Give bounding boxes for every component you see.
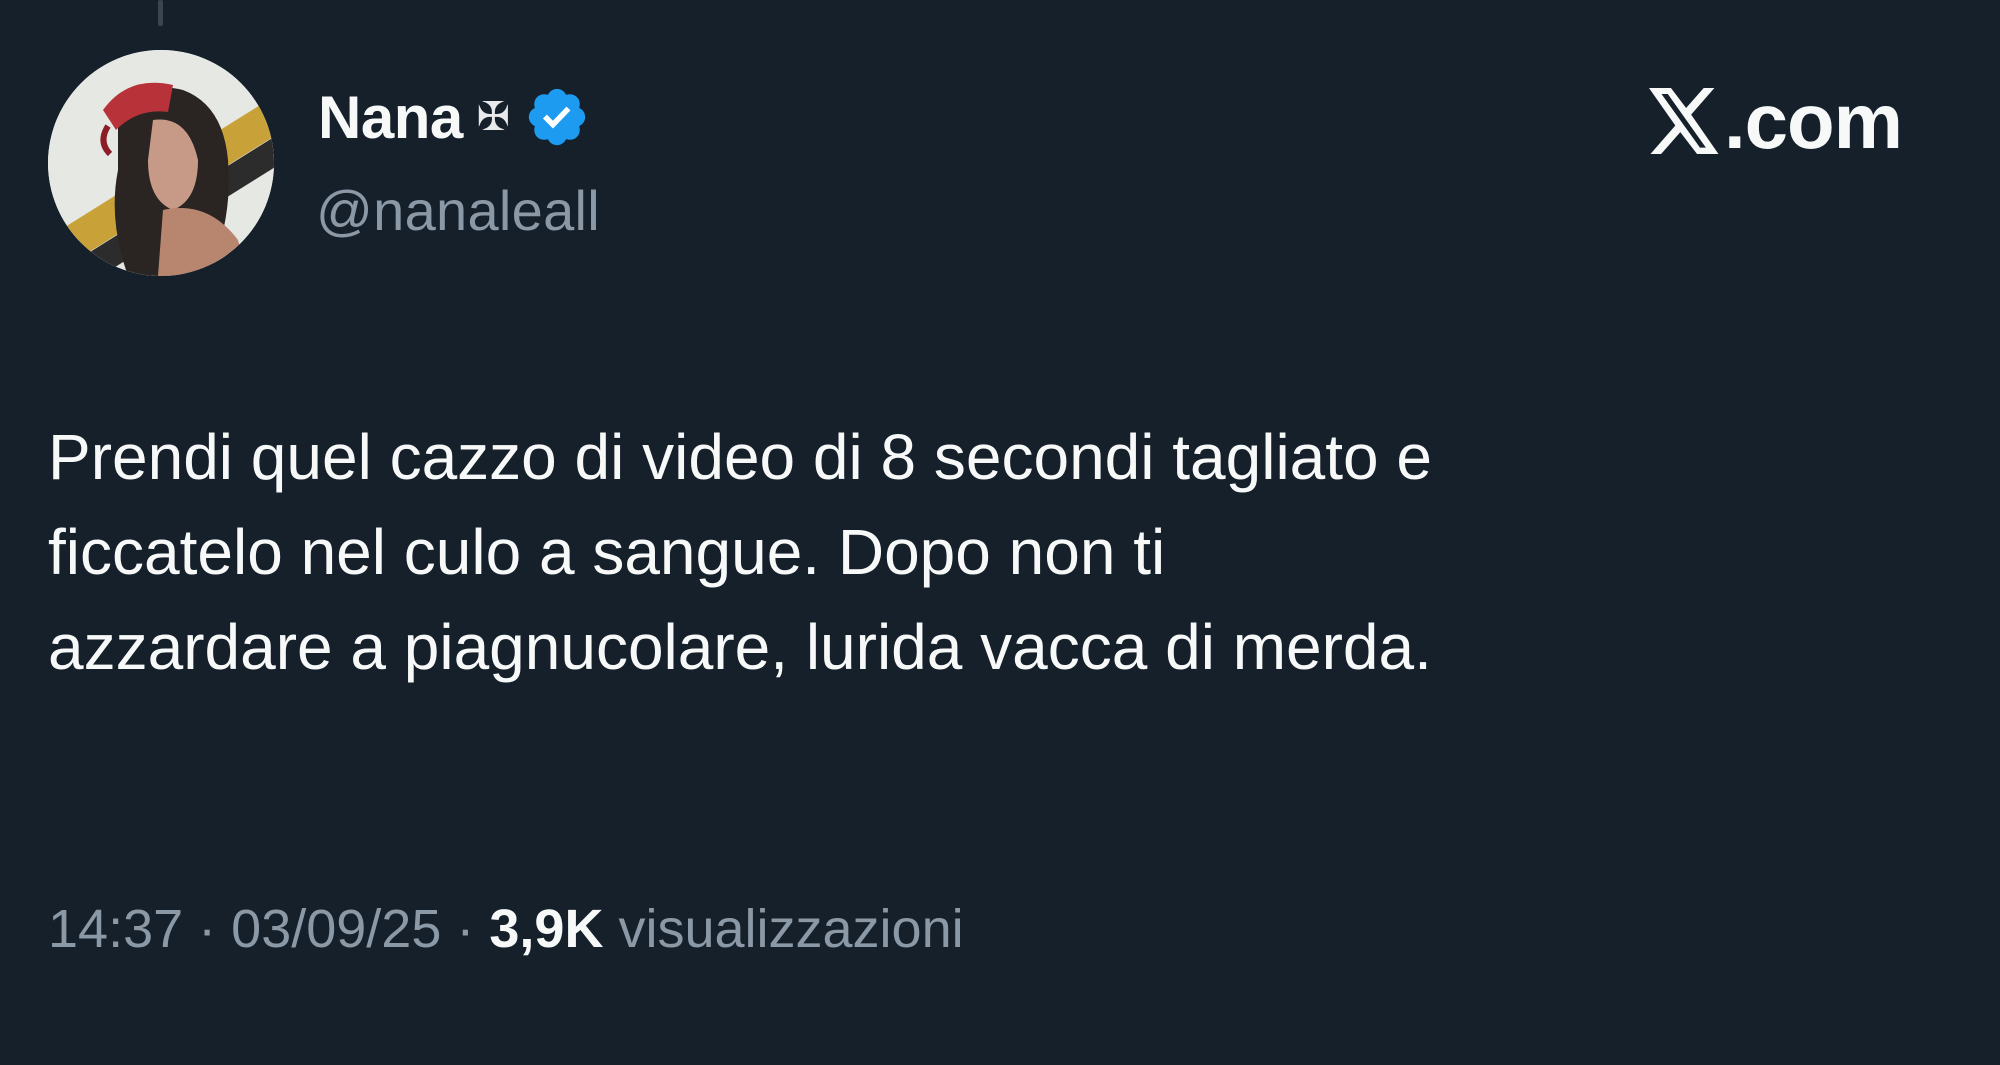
- author-handle[interactable]: @nanaleall: [316, 178, 600, 243]
- thread-connector-line: [158, 0, 163, 26]
- avatar-photo: [48, 50, 274, 276]
- brand-watermark: .com: [1648, 76, 1903, 166]
- verified-badge-icon: [529, 88, 586, 146]
- avatar[interactable]: [48, 50, 274, 276]
- x-logo-icon: [1648, 88, 1719, 154]
- views-label: visualizzazioni: [618, 899, 964, 959]
- tweet-date[interactable]: 03/09/25: [231, 899, 441, 959]
- tweet-metadata: 14:37 · 03/09/25 · 3,9K visualizzazioni: [48, 898, 964, 960]
- tweet-time[interactable]: 14:37: [48, 899, 183, 959]
- tweet-text: Prendi quel cazzo di video di 8 secondi …: [48, 421, 1432, 683]
- brand-domain-text: .com: [1723, 76, 1903, 165]
- views-count[interactable]: 3,9K: [489, 899, 603, 959]
- display-name[interactable]: Nana: [318, 83, 463, 152]
- author-name-row[interactable]: Nana ✠: [318, 82, 590, 152]
- meta-separator: ·: [198, 899, 217, 959]
- meta-separator: ·: [456, 899, 475, 959]
- cross-symbol-icon: ✠: [476, 94, 511, 140]
